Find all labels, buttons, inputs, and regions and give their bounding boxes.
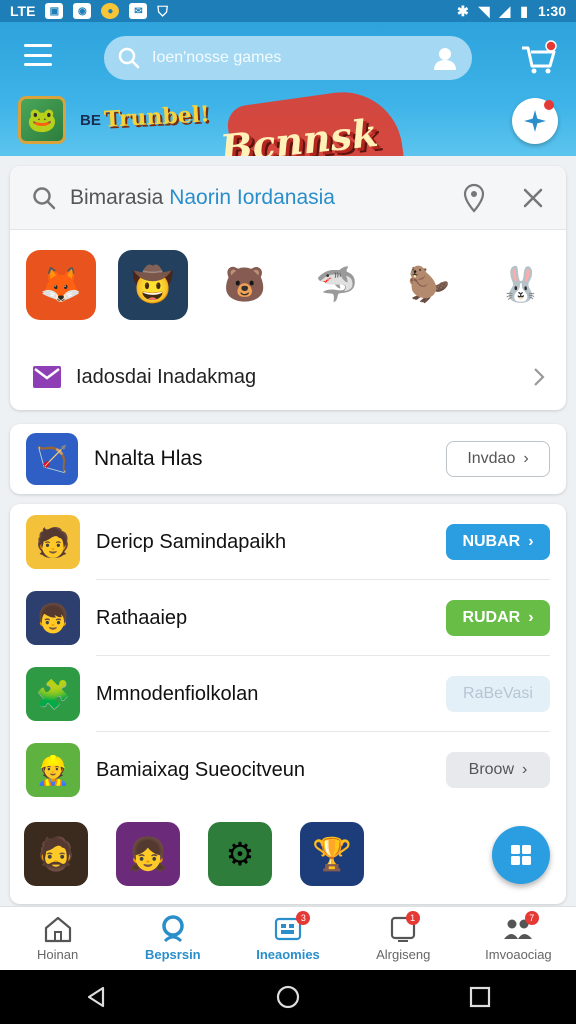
search-results-card: Bimarasia Naorin Iordanasia 🦊 🤠 🐻 🦈 🦫 🐰 … bbox=[10, 166, 566, 410]
list-item-title: Rathaaiep bbox=[96, 606, 188, 629]
search-more-link[interactable]: Iadosdai Inadakmag bbox=[32, 362, 546, 392]
nav-badge: 3 bbox=[296, 911, 311, 925]
girl-hero-game-icon[interactable]: 👧 bbox=[116, 822, 180, 886]
chevron-right-icon bbox=[534, 368, 545, 386]
list-item[interactable]: 🧩 Mmnodenfiolkolan RaBeVasi bbox=[10, 656, 566, 732]
list-item-title: Dericp Samindapaikh bbox=[96, 530, 287, 553]
shield-icon: ⛉ bbox=[157, 2, 168, 19]
beaver-game-icon[interactable]: 🦫 bbox=[394, 250, 464, 320]
search-more-label: Iadosdai Inadakmag bbox=[76, 365, 257, 388]
nav-label: Alrgiseng bbox=[376, 947, 431, 962]
chevron-right-icon: › bbox=[523, 450, 529, 467]
search-input[interactable]: Ioen'nosse games bbox=[152, 49, 432, 67]
list-item-title: Mmnodenfiolkolan bbox=[96, 682, 259, 705]
coin-icon: ● bbox=[101, 3, 120, 19]
cup-game-icon[interactable]: 🏆 bbox=[300, 822, 364, 886]
list-item-button[interactable]: RaBeVasi bbox=[446, 676, 550, 712]
nav-label: Bepsrsin bbox=[144, 947, 201, 962]
nav-item-home[interactable]: Hoinan bbox=[0, 907, 115, 970]
cart-icon[interactable] bbox=[518, 40, 558, 76]
more-games-row: 🧔 👧 ⚙ 🏆 bbox=[24, 822, 364, 886]
search-icon bbox=[33, 186, 56, 209]
search-query-text: Bimarasia Naorin Iordanasia bbox=[70, 185, 335, 209]
bearded-hero-game-icon[interactable]: 🧔 bbox=[24, 822, 88, 886]
list-item-icon[interactable]: 🧑 bbox=[26, 515, 80, 569]
game-list-card: 🧑 Dericp Samindapaikh NUBAR › 👦 Rathaaiep… bbox=[10, 504, 566, 904]
nav-badge: 7 bbox=[524, 911, 539, 925]
mail-icon: ✉ bbox=[129, 3, 148, 19]
user-icon[interactable] bbox=[432, 45, 458, 71]
signal-icon: ◢ bbox=[499, 2, 511, 19]
list-item-icon[interactable]: 👦 bbox=[26, 591, 80, 645]
search-icon bbox=[118, 47, 140, 69]
grid-fab-button[interactable] bbox=[492, 826, 550, 884]
location-pin-icon[interactable] bbox=[462, 183, 486, 213]
grid-icon bbox=[511, 845, 531, 865]
nav-badge: 1 bbox=[405, 911, 420, 925]
cowboy-game-icon[interactable]: 🤠 bbox=[118, 250, 188, 320]
bottom-nav: Hoinan Bepsrsin 3 Ineaomies 1 Alrgiseng … bbox=[0, 906, 576, 970]
featured-game-icon[interactable]: 🏹 bbox=[26, 433, 78, 485]
list-item-title: Bamiaixag Sueocitveun bbox=[96, 758, 306, 781]
home-circle-icon[interactable] bbox=[276, 985, 300, 1009]
nav-item-tablet[interactable]: 1 Alrgiseng bbox=[346, 907, 461, 970]
banner-logo-left[interactable]: Trunbel! bbox=[103, 101, 210, 132]
fox-game-icon[interactable]: 🦊 bbox=[26, 250, 96, 320]
compass-icon[interactable] bbox=[512, 98, 558, 144]
search-person-icon bbox=[162, 915, 184, 943]
chevron-right-icon: › bbox=[528, 533, 534, 550]
recents-icon[interactable] bbox=[469, 986, 491, 1008]
chevron-right-icon: › bbox=[528, 609, 534, 626]
bluetooth-icon: ✱ bbox=[456, 2, 469, 19]
list-item[interactable]: 👷 Bamiaixag Sueocitveun Broow › bbox=[10, 732, 566, 808]
list-item-icon[interactable]: 🧩 bbox=[26, 667, 80, 721]
list-item-button[interactable]: Broow › bbox=[446, 752, 550, 788]
list-item-button[interactable]: NUBAR › bbox=[446, 524, 550, 560]
nav-label: Imvoaociag bbox=[485, 947, 552, 962]
machine-game-icon[interactable]: ⚙ bbox=[208, 822, 272, 886]
game-icon-row: 🦊 🤠 🐻 🦈 🦫 🐰 bbox=[26, 250, 556, 320]
lte-icon: LTE bbox=[10, 3, 36, 19]
hamburger-menu-icon[interactable] bbox=[24, 44, 52, 66]
nav-item-games[interactable]: 3 Ineaomies bbox=[230, 907, 345, 970]
close-icon[interactable] bbox=[522, 187, 544, 209]
clock: 1:30 bbox=[537, 3, 566, 19]
list-item[interactable]: 🧑 Dericp Samindapaikh NUBAR › bbox=[10, 504, 566, 580]
battery-icon: ▮ bbox=[520, 2, 528, 19]
nav-label: Hoinan bbox=[37, 947, 79, 962]
system-nav-bar bbox=[0, 970, 576, 1024]
back-icon[interactable] bbox=[85, 986, 107, 1008]
app-header: Ioen'nosse games 🐸 BE Trunbel! Bcnnsk bbox=[0, 22, 576, 156]
nav-item-people[interactable]: 7 Imvoaociag bbox=[461, 907, 576, 970]
featured-row[interactable]: 🏹 Nnalta Hlas Invdao › bbox=[10, 424, 566, 494]
app-icon: ◉ bbox=[73, 3, 92, 19]
search-query-row[interactable]: Bimarasia Naorin Iordanasia bbox=[10, 166, 566, 230]
search-bar[interactable]: Ioen'nosse games bbox=[104, 36, 472, 80]
chevron-right-icon: › bbox=[522, 761, 528, 778]
featured-title: Nnalta Hlas bbox=[94, 447, 203, 470]
shark-game-icon[interactable]: 🦈 bbox=[302, 250, 372, 320]
bunny-game-icon[interactable]: 🐰 bbox=[486, 250, 556, 320]
envelope-icon bbox=[33, 366, 61, 388]
list-item-icon[interactable]: 👷 bbox=[26, 743, 80, 797]
nav-item-search[interactable]: Bepsrsin bbox=[115, 907, 230, 970]
nav-label: Ineaomies bbox=[256, 947, 320, 962]
wifi-icon: ◥ bbox=[478, 2, 490, 19]
banner-small-text: BE bbox=[80, 112, 101, 129]
status-bar: LTE ▣ ◉ ● ✉ ⛉ ✱ ◥ ◢ ▮ 1:30 bbox=[0, 0, 576, 22]
msg-icon: ▣ bbox=[45, 3, 64, 19]
list-item-button[interactable]: RUDAR › bbox=[446, 600, 550, 636]
list-item[interactable]: 👦 Rathaaiep RUDAR › bbox=[10, 580, 566, 656]
orange-creature-game-icon[interactable]: 🐻 bbox=[210, 250, 280, 320]
banner-game-icon[interactable]: 🐸 bbox=[18, 96, 66, 144]
featured-action-button[interactable]: Invdao › bbox=[446, 441, 550, 477]
home-icon bbox=[44, 916, 71, 943]
